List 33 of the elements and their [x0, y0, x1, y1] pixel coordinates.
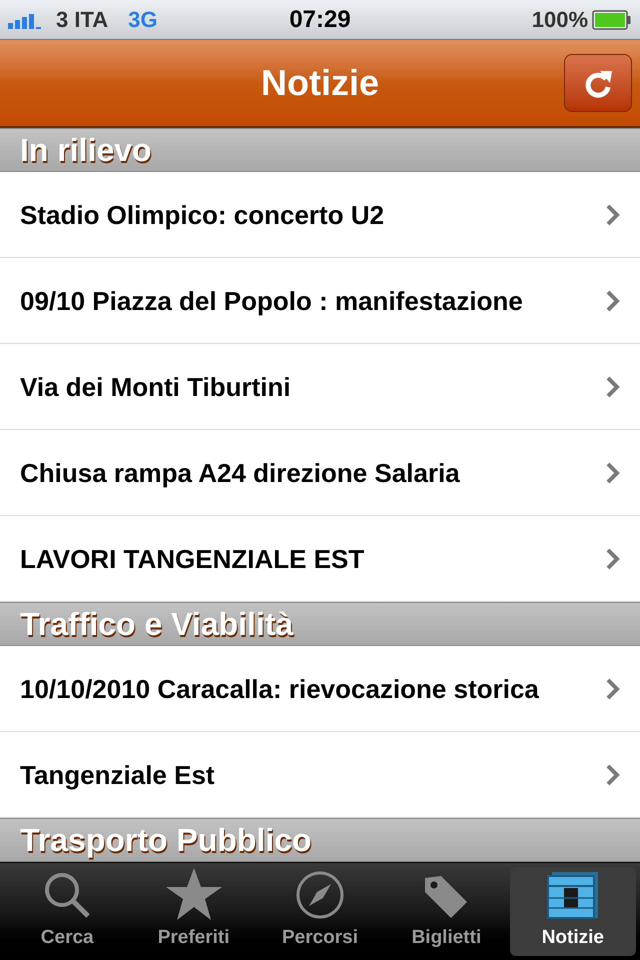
- clock: 07:29: [289, 4, 351, 34]
- battery-icon: [592, 10, 632, 30]
- compass-icon: [295, 870, 346, 920]
- screen-title: Notizie: [260, 61, 379, 105]
- tab-item[interactable]: Biglietti: [383, 867, 510, 956]
- row-title: Tangenziale Est: [20, 758, 216, 792]
- section-title: In rilievo: [20, 134, 152, 166]
- tag-icon: [423, 874, 470, 920]
- tab-item[interactable]: Cerca: [4, 867, 130, 956]
- chevron-icon: [606, 764, 620, 786]
- row-title: 09/10 Piazza del Popolo : manifestazione: [20, 284, 524, 318]
- row-title: LAVORI TANGENZIALE EST: [20, 542, 366, 576]
- chevron-icon: [606, 462, 620, 484]
- chevron-icon: [606, 204, 620, 226]
- network-type: 3G: [128, 6, 158, 34]
- row-title: Chiusa rampa A24 direzione Salaria: [20, 456, 461, 490]
- chevron-icon: [606, 376, 620, 398]
- refresh-button[interactable]: [564, 54, 632, 112]
- section-title: Traffico e Viabilità: [20, 608, 294, 640]
- tab-item[interactable]: Preferiti: [130, 867, 257, 956]
- section-title: Trasporto Pubblico: [20, 824, 312, 856]
- newspaper-icon: [546, 870, 600, 920]
- row-title: Via dei Monti Tiburtini: [20, 370, 292, 404]
- chevron-icon: [606, 548, 620, 570]
- chevron-icon: [606, 678, 620, 700]
- tab-item[interactable]: Notizie: [510, 867, 636, 956]
- row-title: Stadio Olimpico: concerto U2: [20, 198, 386, 232]
- battery-percentage: 100%: [532, 6, 588, 34]
- row-title: 10/10/2010 Caracalla: rievocazione storica: [20, 672, 540, 706]
- chevron-icon: [606, 290, 620, 312]
- carrier-name: 3 ITA: [56, 6, 108, 34]
- tab-item[interactable]: Percorsi: [256, 867, 384, 956]
- star-icon: [166, 868, 222, 920]
